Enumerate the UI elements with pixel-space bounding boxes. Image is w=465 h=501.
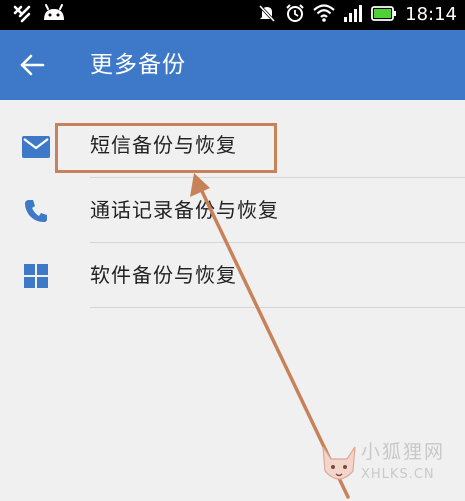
battery-icon xyxy=(371,3,397,27)
mail-icon xyxy=(22,134,50,160)
wifi-icon xyxy=(313,3,335,27)
status-bar: 18:14 xyxy=(0,0,465,30)
phone-icon xyxy=(22,198,50,224)
menu-item-label: 软件备份与恢复 xyxy=(90,263,237,287)
fox-logo-icon xyxy=(322,446,356,480)
app-bar: 更多备份 xyxy=(0,30,465,100)
watermark: 小狐狸网 XHLKS.CN xyxy=(319,435,459,495)
alarm-icon xyxy=(285,3,305,27)
status-left-icons xyxy=(12,4,66,28)
signal-icon xyxy=(343,3,363,27)
watermark-title: 小狐狸网 xyxy=(361,441,446,463)
watermark-domain: XHLKS.CN xyxy=(361,467,435,482)
menu-item-app-backup[interactable]: 软件备份与恢复 xyxy=(0,243,465,308)
mute-icon xyxy=(257,3,277,27)
android-icon xyxy=(42,4,66,28)
grid-icon xyxy=(22,263,50,289)
divider xyxy=(90,307,465,308)
page-title: 更多备份 xyxy=(90,52,186,78)
status-time: 18:14 xyxy=(405,4,457,25)
menu-item-call-log-backup[interactable]: 通话记录备份与恢复 xyxy=(0,178,465,243)
menu-item-label: 通话记录备份与恢复 xyxy=(90,198,279,222)
screen: 18:14 更多备份 短信备份与恢复 通话记录备份与恢复 软件备份与恢复 小狐狸… xyxy=(0,0,465,501)
usb-debug-icon xyxy=(12,4,32,28)
status-right-icons: 18:14 xyxy=(257,3,457,27)
highlight-box xyxy=(55,123,277,173)
back-button[interactable] xyxy=(14,47,50,83)
back-arrow-icon xyxy=(20,54,45,76)
